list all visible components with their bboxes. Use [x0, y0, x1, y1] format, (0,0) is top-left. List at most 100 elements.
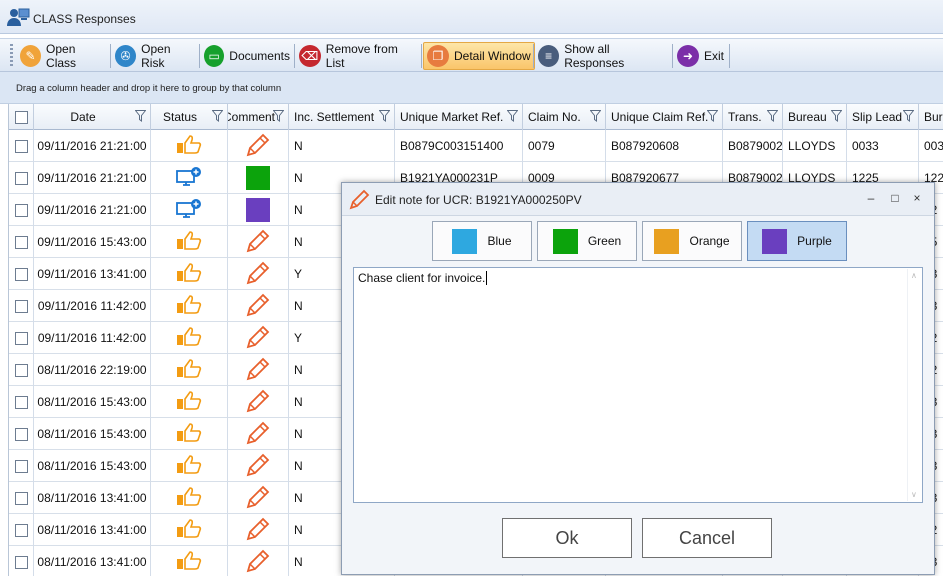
row-checkbox[interactable] — [9, 546, 34, 576]
cell-status — [151, 258, 228, 290]
pencil-icon[interactable] — [245, 452, 271, 481]
toolbar-open-class-button[interactable]: ✎ Open Class — [17, 42, 109, 70]
toolbar-grip[interactable] — [10, 44, 13, 66]
filter-icon[interactable] — [767, 110, 778, 122]
row-checkbox[interactable] — [9, 130, 34, 162]
dialog-title: Edit note for UCR: B1921YA000250PV — [375, 193, 582, 207]
close-icon[interactable]: × — [910, 191, 924, 205]
maximize-icon[interactable]: □ — [888, 191, 902, 205]
note-textarea[interactable]: Chase client for invoice. ∧ ∨ — [353, 267, 923, 503]
toolbar-open-risk-button[interactable]: ✇ Open Risk — [112, 42, 198, 70]
row-checkbox[interactable] — [9, 322, 34, 354]
cancel-button[interactable]: Cancel — [642, 518, 772, 558]
pencil-icon[interactable] — [245, 356, 271, 385]
column-header-comment[interactable]: Comment — [228, 104, 289, 130]
pencil-icon[interactable] — [245, 420, 271, 449]
cell-comment[interactable] — [228, 226, 289, 258]
pencil-icon[interactable] — [245, 516, 271, 545]
column-header-bur[interactable]: Bur — [919, 104, 943, 130]
cell-date: 09/11/2016 21:21:00 — [34, 194, 151, 226]
cell-comment[interactable] — [228, 290, 289, 322]
filter-icon[interactable] — [379, 110, 390, 122]
row-checkbox[interactable] — [9, 418, 34, 450]
monitor-add-icon — [175, 198, 203, 223]
row-checkbox[interactable] — [9, 514, 34, 546]
cell-comment[interactable] — [228, 162, 289, 194]
ok-button[interactable]: Ok — [502, 518, 632, 558]
row-checkbox[interactable] — [9, 450, 34, 482]
checkbox-icon — [14, 110, 28, 124]
group-panel[interactable]: Drag a column header and drop it here to… — [0, 72, 943, 104]
cell-status — [151, 418, 228, 450]
toolbar-remove-from-list-button[interactable]: ⌫ Remove from List — [296, 42, 422, 70]
cell-comment[interactable] — [228, 130, 289, 162]
cell-comment[interactable] — [228, 322, 289, 354]
color-blue-button[interactable]: Blue — [432, 221, 532, 261]
cell-comment[interactable] — [228, 546, 289, 576]
filter-icon[interactable] — [273, 110, 284, 122]
filter-icon[interactable] — [212, 110, 223, 122]
cell-comment[interactable] — [228, 354, 289, 386]
minimize-icon[interactable]: – — [864, 191, 878, 205]
pencil-icon[interactable] — [245, 132, 271, 161]
toolbar-show-all-responses-button[interactable]: ≡ Show all Responses — [535, 42, 672, 70]
scroll-down-icon[interactable]: ∨ — [911, 490, 917, 499]
scroll-up-icon[interactable]: ∧ — [911, 271, 917, 280]
pencil-icon[interactable] — [245, 292, 271, 321]
color-label: Orange — [689, 234, 730, 248]
pencil-icon[interactable] — [245, 324, 271, 353]
filter-icon[interactable] — [135, 110, 146, 122]
toolbar-detail-window-button[interactable]: ❐ Detail Window — [423, 42, 535, 70]
note-scrollbar[interactable]: ∧ ∨ — [907, 269, 921, 501]
toolbar-exit-button[interactable]: ➜ Exit — [674, 42, 728, 70]
column-header-claim-no[interactable]: Claim No. — [523, 104, 606, 130]
row-checkbox[interactable] — [9, 290, 34, 322]
cell-comment[interactable] — [228, 514, 289, 546]
column-header-status[interactable]: Status — [151, 104, 228, 130]
color-purple-button[interactable]: Purple — [747, 221, 847, 261]
comment-color-swatch[interactable] — [246, 166, 270, 190]
pencil-icon[interactable] — [245, 260, 271, 289]
pencil-icon[interactable] — [245, 388, 271, 417]
filter-icon[interactable] — [507, 110, 518, 122]
filter-icon[interactable] — [903, 110, 914, 122]
row-checkbox[interactable] — [9, 482, 34, 514]
thumbs-up-icon — [176, 550, 202, 574]
row-checkbox[interactable] — [9, 354, 34, 386]
filter-icon[interactable] — [590, 110, 601, 122]
pencil-icon[interactable] — [245, 484, 271, 513]
column-header-slip-lead[interactable]: Slip Lead — [847, 104, 919, 130]
row-checkbox[interactable] — [9, 258, 34, 290]
filter-icon[interactable] — [707, 110, 718, 122]
pencil-icon[interactable] — [245, 228, 271, 257]
column-header-unique-claim-ref[interactable]: Unique Claim Ref. — [606, 104, 723, 130]
dialog-title-bar[interactable]: Edit note for UCR: B1921YA000250PV – □ × — [342, 183, 934, 216]
column-header-trans[interactable]: Trans. — [723, 104, 783, 130]
cell-comment[interactable] — [228, 194, 289, 226]
cell-comment[interactable] — [228, 450, 289, 482]
column-header-unique-market-ref[interactable]: Unique Market Ref. — [395, 104, 523, 130]
cell-comment[interactable] — [228, 258, 289, 290]
row-checkbox[interactable] — [9, 386, 34, 418]
cell-comment[interactable] — [228, 386, 289, 418]
select-all-checkbox[interactable] — [9, 104, 34, 130]
column-header-bureau[interactable]: Bureau — [783, 104, 847, 130]
row-checkbox[interactable] — [9, 194, 34, 226]
cell-settlement: N — [289, 130, 395, 162]
cell-comment[interactable] — [228, 482, 289, 514]
table-row[interactable]: 09/11/2016 21:21:00 N B0879C003151400 0079 B… — [9, 130, 943, 162]
toolbar-separator — [199, 44, 200, 68]
column-header-date[interactable]: Date — [34, 104, 151, 130]
column-header-inc-settlement[interactable]: Inc. Settlement — [289, 104, 395, 130]
cell-status — [151, 514, 228, 546]
comment-color-swatch[interactable] — [246, 198, 270, 222]
row-checkbox[interactable] — [9, 226, 34, 258]
cell-comment[interactable] — [228, 418, 289, 450]
color-green-button[interactable]: Green — [537, 221, 637, 261]
filter-icon[interactable] — [831, 110, 842, 122]
toolbar-documents-button[interactable]: ▭ Documents — [201, 42, 293, 70]
toolbar-button-label: Documents — [229, 49, 290, 63]
pencil-icon[interactable] — [245, 548, 271, 576]
row-checkbox[interactable] — [9, 162, 34, 194]
color-orange-button[interactable]: Orange — [642, 221, 742, 261]
